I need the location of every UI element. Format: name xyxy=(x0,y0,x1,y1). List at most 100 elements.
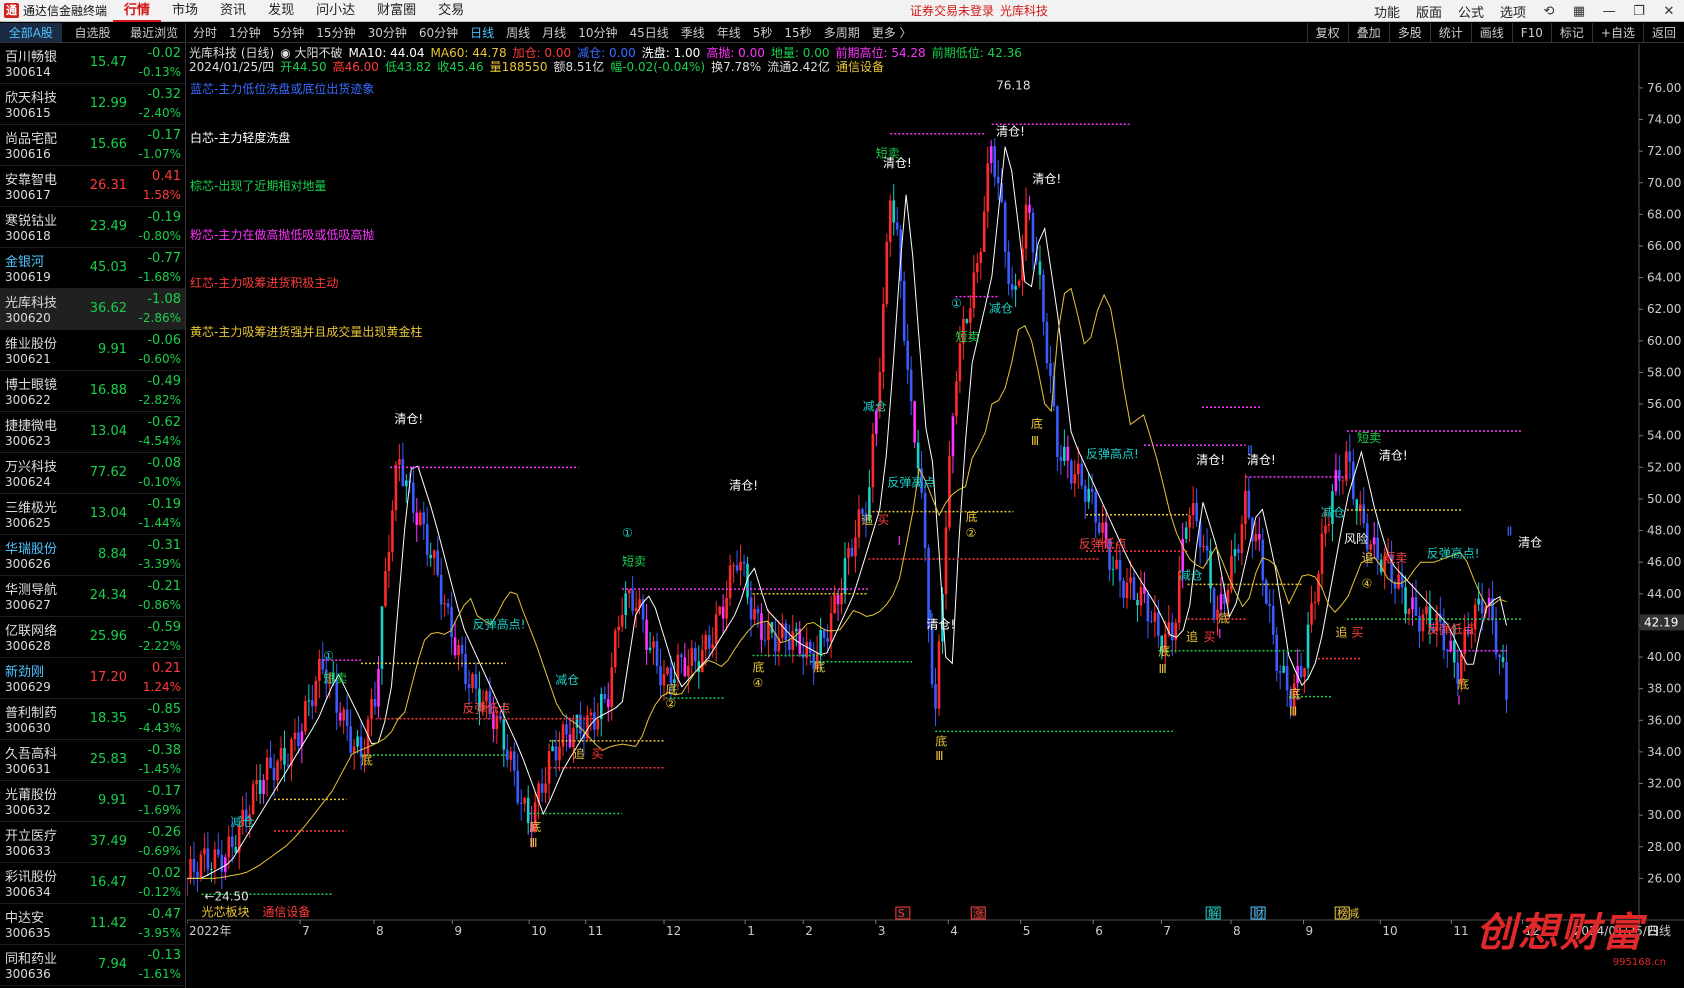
stock-change-pct: 1.24% xyxy=(142,680,181,694)
stock-row[interactable]: 博士眼镜 300622 16.88 -0.49 -2.82% xyxy=(0,371,185,412)
chart-tool-3[interactable]: 统计 xyxy=(1429,23,1471,43)
kline-chart[interactable]: 76.00 74.00 72.00 70.00 68.00 66.00 64.00 62.00… xyxy=(187,44,1684,988)
stock-list-tab-2[interactable]: 最近浏览 xyxy=(123,23,185,42)
candle-body xyxy=(627,589,631,594)
stock-row[interactable]: 维业股份 300621 9.91 -0.06 -0.60% xyxy=(0,330,185,371)
candle-body xyxy=(1195,503,1198,522)
candle-body xyxy=(335,680,339,713)
candle-body xyxy=(951,416,955,457)
period-tab-15[interactable]: 多周期 xyxy=(818,23,866,43)
chart-tool-5[interactable]: F10 xyxy=(1511,23,1551,43)
stock-row[interactable]: 华测导航 300627 24.34 -0.21 -0.86% xyxy=(0,576,185,617)
chart-annotation: 买 xyxy=(592,747,604,761)
stock-code: 300634 xyxy=(5,885,51,899)
stock-row[interactable]: 寒锐钴业 300618 23.49 -0.19 -0.80% xyxy=(0,207,185,248)
stock-row[interactable]: 新劲刚 300629 17.20 0.21 1.24% xyxy=(0,658,185,699)
stock-name: 光库科技 xyxy=(5,296,58,311)
legend-item: 红芯-主力吸筹进货积极主动 xyxy=(190,276,339,290)
stock-row[interactable]: 欣天科技 300615 12.99 -0.32 -2.40% xyxy=(0,84,185,125)
candle-body xyxy=(993,146,997,177)
chart-tool-0[interactable]: 复权 xyxy=(1306,23,1348,43)
candle-body xyxy=(1115,559,1118,569)
period-tab-11[interactable]: 季线 xyxy=(675,23,711,43)
stock-row[interactable]: 久吾高科 300631 25.83 -0.38 -1.45% xyxy=(0,740,185,781)
chart-tool-4[interactable]: 画线 xyxy=(1470,23,1512,43)
stock-row[interactable]: 安靠智电 300617 26.31 0.41 1.58% xyxy=(0,166,185,207)
stock-row[interactable]: 百川畅银 300614 15.47 -0.02 -0.13% xyxy=(0,43,185,84)
stock-row[interactable]: 光库科技 300620 36.62 -1.08 -2.86% xyxy=(0,289,185,330)
stock-list-tab-0[interactable]: 全部A股 xyxy=(0,23,62,42)
period-tab-1[interactable]: 1分钟 xyxy=(223,23,267,43)
period-tab-4[interactable]: 30分钟 xyxy=(362,23,413,43)
chart-tool-2[interactable]: 多股 xyxy=(1388,23,1430,43)
candle-body xyxy=(512,751,516,771)
candle-body xyxy=(446,603,450,608)
top-menu-3[interactable]: 选项 xyxy=(1492,2,1534,21)
period-tab-13[interactable]: 5秒 xyxy=(747,23,779,43)
period-tab-7[interactable]: 周线 xyxy=(500,23,536,43)
menu-item-0[interactable]: 行情 xyxy=(113,0,162,22)
stock-name: 普利制药 xyxy=(5,706,58,721)
chart-tool-6[interactable]: 标记 xyxy=(1550,23,1592,43)
period-tab-0[interactable]: 分时 xyxy=(187,23,223,43)
period-tab-16[interactable]: 更多 〉 xyxy=(866,23,918,43)
candle-body xyxy=(415,512,419,526)
period-tab-3[interactable]: 15分钟 xyxy=(310,23,361,43)
candle-body xyxy=(1303,668,1306,678)
stock-row[interactable]: 尚品宅配 300616 15.66 -0.17 -1.07% xyxy=(0,125,185,166)
candle-body xyxy=(391,510,394,552)
stock-row[interactable]: 华瑞股份 300626 8.84 -0.31 -3.39% xyxy=(0,535,185,576)
period-tab-5[interactable]: 60分钟 xyxy=(413,23,464,43)
stock-row[interactable]: 亿联网络 300628 25.96 -0.59 -2.22% xyxy=(0,617,185,658)
menu-item-3[interactable]: 发现 xyxy=(257,0,305,22)
menu-item-1[interactable]: 市场 xyxy=(161,0,209,22)
restore-icon[interactable]: ❐ xyxy=(1624,4,1654,19)
candle-body xyxy=(1146,593,1150,622)
candle-body xyxy=(1017,280,1021,286)
stock-row[interactable]: 光莆股份 300632 9.91 -0.17 -1.69% xyxy=(0,781,185,822)
chart-tool-7[interactable]: +自选 xyxy=(1591,23,1643,43)
period-tab-10[interactable]: 45日线 xyxy=(623,23,674,43)
stock-row[interactable]: 开立医疗 300633 37.49 -0.26 -0.69% xyxy=(0,822,185,863)
chart-tool-1[interactable]: 叠加 xyxy=(1347,23,1389,43)
minimize-icon[interactable]: — xyxy=(1594,4,1624,19)
refresh-icon[interactable]: ⟲ xyxy=(1534,4,1564,19)
y-tick-label: 76.00 xyxy=(1647,81,1681,95)
stock-row[interactable]: 同和药业 300636 7.94 -0.13 -1.61% xyxy=(0,945,185,986)
chart-annotation: 底 xyxy=(813,659,825,674)
period-tab-12[interactable]: 年线 xyxy=(711,23,747,43)
period-tab-6[interactable]: 日线 xyxy=(464,23,500,43)
menu-item-6[interactable]: 交易 xyxy=(427,0,475,22)
period-tab-2[interactable]: 5分钟 xyxy=(267,23,311,43)
kline-chart-area[interactable]: 76.00 74.00 72.00 70.00 68.00 66.00 64.00 62.00… xyxy=(187,44,1684,988)
calculator-icon[interactable]: ▦ xyxy=(1564,4,1594,19)
menu-item-5[interactable]: 财富圈 xyxy=(366,0,427,22)
top-menu-2[interactable]: 公式 xyxy=(1450,2,1492,21)
watermark-url: 995168.cn xyxy=(1612,957,1666,968)
stock-row[interactable]: 普利制药 300630 18.35 -0.85 -4.43% xyxy=(0,699,185,740)
candle-body xyxy=(1414,597,1418,616)
top-menu-1[interactable]: 版面 xyxy=(1408,2,1450,21)
chart-annotation: 追 xyxy=(861,512,873,527)
stock-row[interactable]: 彩讯股份 300634 16.47 -0.02 -0.12% xyxy=(0,863,185,904)
period-tab-9[interactable]: 10分钟 xyxy=(572,23,623,43)
menu-item-2[interactable]: 资讯 xyxy=(209,0,257,22)
period-tab-8[interactable]: 月线 xyxy=(536,23,572,43)
candle-body xyxy=(836,594,840,605)
menu-item-4[interactable]: 问小达 xyxy=(305,0,366,22)
login-warning[interactable]: 证券交易未登录 xyxy=(910,0,994,22)
candle-body xyxy=(923,492,927,548)
stock-row[interactable]: 三维极光 300625 13.04 -0.19 -1.44% xyxy=(0,494,185,535)
candle-body xyxy=(1317,573,1320,602)
stock-row[interactable]: 中达安 300635 11.42 -0.47 -3.95% xyxy=(0,904,185,945)
stock-row[interactable]: 万兴科技 300624 77.62 -0.08 -0.10% xyxy=(0,453,185,494)
stock-row[interactable]: 金银河 300619 45.03 -0.77 -1.68% xyxy=(0,248,185,289)
y-tick-label: 62.00 xyxy=(1647,302,1681,316)
top-menu-0[interactable]: 功能 xyxy=(1366,2,1408,21)
period-tab-14[interactable]: 15秒 xyxy=(778,23,817,43)
chart-tool-8[interactable]: 返回 xyxy=(1642,23,1684,43)
close-icon[interactable]: ✕ xyxy=(1654,4,1684,19)
stock-list-tab-1[interactable]: 自选股 xyxy=(62,23,124,42)
candle-body xyxy=(561,724,565,747)
stock-row[interactable]: 捷捷微电 300623 13.04 -0.62 -4.54% xyxy=(0,412,185,453)
